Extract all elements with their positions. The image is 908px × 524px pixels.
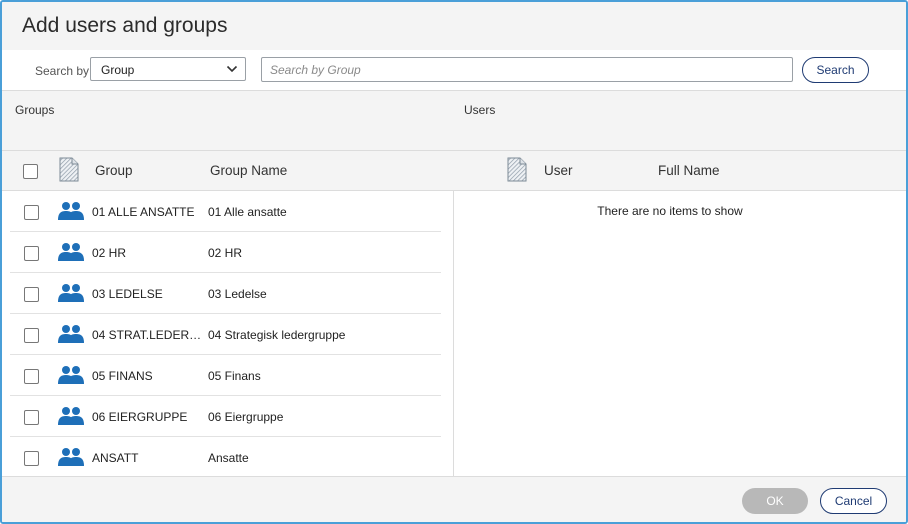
row-checkbox[interactable] xyxy=(24,246,39,261)
table-row[interactable]: 04 STRAT.LEDER… 04 Strategisk ledergruppe xyxy=(10,314,441,355)
table-row[interactable]: 01 ALLE ANSATTE 01 Alle ansatte xyxy=(10,191,441,232)
users-empty-message: There are no items to show xyxy=(597,204,743,218)
people-icon xyxy=(58,366,84,384)
group-code: 05 FINANS xyxy=(92,369,153,383)
add-users-groups-dialog: Add users and groups Search by Group Sea… xyxy=(0,0,908,524)
search-by-dropdown[interactable]: Group xyxy=(90,57,246,81)
group-code: 03 LEDELSE xyxy=(92,287,163,301)
groups-list: 01 ALLE ANSATTE 01 Alle ansatte 02 HR 02 HR… xyxy=(10,191,441,476)
select-all-groups-checkbox[interactable] xyxy=(23,164,38,179)
row-checkbox[interactable] xyxy=(24,287,39,302)
group-code: ANSATT xyxy=(92,451,139,465)
groups-panel-title: Groups xyxy=(15,103,55,117)
column-header-user[interactable]: User xyxy=(544,163,573,178)
search-bar: Search by Group Search xyxy=(2,50,906,91)
people-icon xyxy=(58,448,84,466)
table-column-headers: Group Group Name User Full Name xyxy=(2,151,906,191)
people-icon xyxy=(58,284,84,302)
search-button[interactable]: Search xyxy=(802,57,869,83)
group-code: 04 STRAT.LEDER… xyxy=(92,328,202,342)
pane-divider xyxy=(453,191,454,476)
group-name: 01 Alle ansatte xyxy=(208,205,287,219)
people-icon xyxy=(58,202,84,220)
dialog-title: Add users and groups xyxy=(22,14,228,37)
users-panel-title: Users xyxy=(464,103,496,117)
table-row[interactable]: ANSATT Ansatte xyxy=(10,437,441,476)
group-code: 02 HR xyxy=(92,246,127,260)
group-code: 06 EIERGRUPPE xyxy=(92,410,188,424)
table-row[interactable]: 06 EIERGRUPPE 06 Eiergruppe xyxy=(10,396,441,437)
column-header-group[interactable]: Group xyxy=(95,163,133,178)
panels-header: Groups Users xyxy=(2,91,906,151)
document-icon xyxy=(59,157,79,182)
group-name: 04 Strategisk ledergruppe xyxy=(208,328,346,342)
search-by-selected-value: Group xyxy=(101,63,135,77)
row-checkbox[interactable] xyxy=(24,328,39,343)
group-name: Ansatte xyxy=(208,451,249,465)
group-name: 02 HR xyxy=(208,246,243,260)
group-name: 06 Eiergruppe xyxy=(208,410,284,424)
people-icon xyxy=(58,325,84,343)
table-row[interactable]: 05 FINANS 05 Finans xyxy=(10,355,441,396)
dialog-footer: OK Cancel xyxy=(2,476,906,522)
ok-button[interactable]: OK xyxy=(742,488,808,514)
dialog-title-bar: Add users and groups xyxy=(2,2,906,51)
table-row[interactable]: 02 HR 02 HR xyxy=(10,232,441,273)
chevron-down-icon xyxy=(226,65,238,73)
people-icon xyxy=(58,243,84,261)
table-row[interactable]: 03 LEDELSE 03 Ledelse xyxy=(10,273,441,314)
people-icon xyxy=(58,407,84,425)
search-by-label: Search by xyxy=(35,64,90,78)
group-name: 05 Finans xyxy=(208,369,261,383)
document-icon xyxy=(507,157,527,182)
row-checkbox[interactable] xyxy=(24,369,39,384)
group-name: 03 Ledelse xyxy=(208,287,267,301)
search-input[interactable] xyxy=(261,57,793,82)
column-header-group-name[interactable]: Group Name xyxy=(210,163,287,178)
row-checkbox[interactable] xyxy=(24,205,39,220)
row-checkbox[interactable] xyxy=(24,451,39,466)
cancel-button[interactable]: Cancel xyxy=(820,488,887,514)
row-checkbox[interactable] xyxy=(24,410,39,425)
column-header-full-name[interactable]: Full Name xyxy=(658,163,720,178)
group-code: 01 ALLE ANSATTE xyxy=(92,205,195,219)
